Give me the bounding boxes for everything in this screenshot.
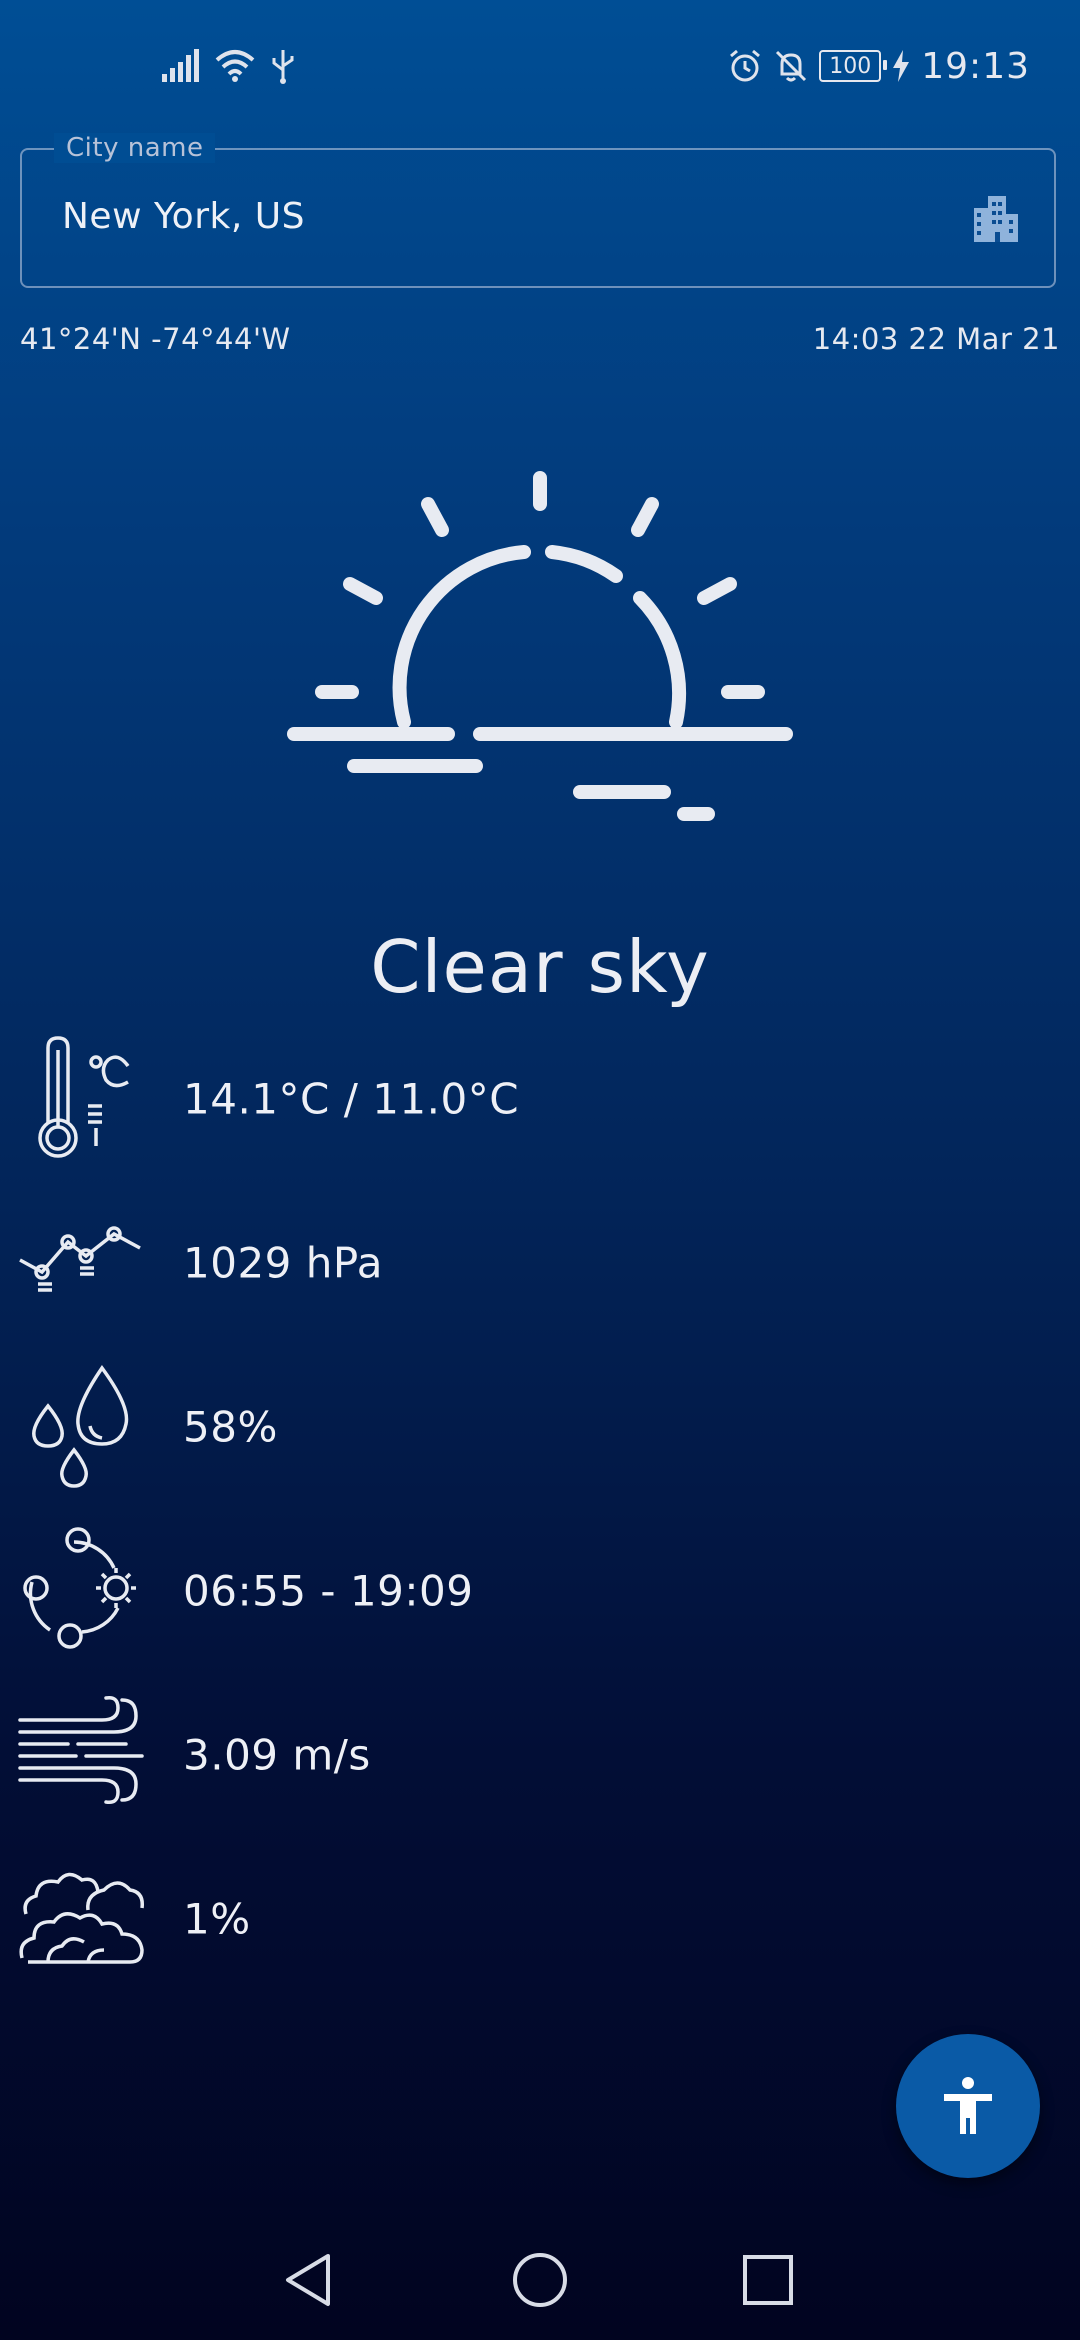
humidity-drops-icon — [32, 1364, 129, 1488]
accessibility-icon — [944, 2077, 992, 2134]
navigation-bar — [0, 2220, 1080, 2340]
status-bar: 100 19:13 — [0, 0, 1080, 130]
battery-icon: 100 — [819, 50, 888, 82]
bell-off-icon — [776, 50, 807, 82]
home-button[interactable] — [480, 2220, 600, 2340]
wind-icon — [18, 1695, 144, 1805]
back-button[interactable] — [248, 2220, 368, 2340]
sun-times-value: 06:55 - 19:09 — [183, 1566, 474, 1616]
wind-row: 3.09 m/s — [18, 1690, 918, 1820]
city-name-field[interactable]: City name New York, US — [20, 133, 1056, 288]
city-name-label: City name — [54, 133, 216, 163]
temperature-value: 14.1°C / 11.0°C — [183, 1074, 520, 1124]
thermometer-icon — [38, 1036, 130, 1158]
clouds-value: 1% — [183, 1894, 251, 1944]
coordinates: 41°24'N -74°44'W — [20, 322, 291, 356]
status-time: 19:13 — [921, 45, 1030, 87]
wind-value: 3.09 m/s — [183, 1730, 371, 1780]
city-buildings-icon[interactable] — [970, 194, 1020, 244]
humidity-row: 58% — [18, 1362, 918, 1492]
alarm-icon — [730, 49, 761, 82]
weather-condition: Clear sky — [370, 925, 710, 1009]
clouds-icon — [19, 1872, 144, 1964]
wifi-icon — [215, 50, 255, 82]
status-left-icons — [160, 44, 296, 88]
pressure-value: 1029 hPa — [183, 1238, 384, 1288]
recents-icon — [743, 2255, 793, 2305]
back-icon — [286, 2254, 330, 2306]
accessibility-button[interactable] — [896, 2034, 1040, 2178]
temperature-row: 14.1°C / 11.0°C — [18, 1034, 918, 1164]
sunrise-sunset-icon — [23, 1527, 136, 1649]
sun-times-row: 06:55 - 19:09 — [18, 1526, 918, 1656]
usb-icon — [272, 50, 294, 84]
recents-button[interactable] — [708, 2220, 828, 2340]
sunrise-clear-sky-icon — [287, 471, 793, 821]
signal-icon — [162, 49, 199, 82]
clouds-row: 1% — [18, 1854, 918, 1984]
update-timestamp: 14:03 22 Mar 21 — [812, 322, 1060, 356]
city-name-input[interactable]: New York, US — [62, 196, 305, 237]
status-right-icons: 100 19:13 — [727, 40, 1030, 92]
humidity-value: 58% — [183, 1402, 278, 1452]
charging-icon — [893, 50, 910, 82]
pressure-row: 1029 hPa — [18, 1198, 918, 1328]
home-icon — [513, 2253, 567, 2307]
pressure-icon — [19, 1226, 141, 1292]
